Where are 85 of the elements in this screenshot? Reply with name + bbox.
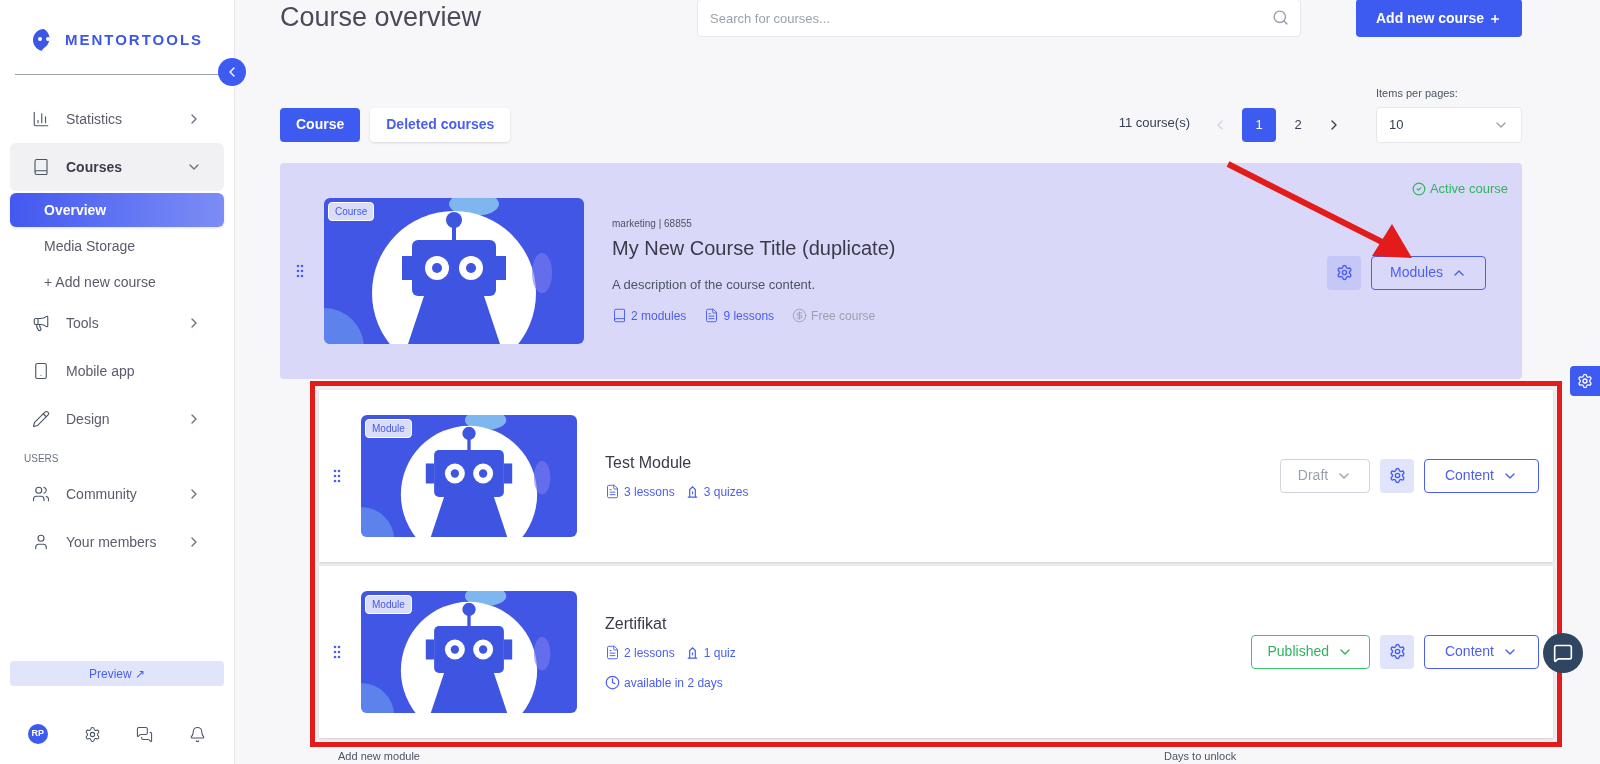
section-heading: USERS (23, 452, 60, 466)
document-icon (605, 484, 620, 499)
people-icon (32, 485, 50, 503)
settings-icon (1388, 643, 1406, 660)
sidebar-item-label: Mobile app (66, 361, 136, 381)
phone-icon (32, 362, 50, 380)
content-button[interactable]: Content (1424, 634, 1539, 669)
thumbnail-badge: Module (365, 418, 412, 438)
search-field[interactable]: Search for courses... (697, 0, 1301, 37)
column-heading: Add new module (338, 748, 421, 764)
document-icon (704, 308, 720, 324)
chat-icon (1553, 643, 1573, 663)
drag-handle-icon[interactable] (333, 644, 341, 659)
thumbnail-badge: Course (328, 201, 375, 221)
clock-icon (605, 675, 620, 690)
settings-tab-button[interactable] (1570, 366, 1600, 396)
course-title: My New Course Title (duplicate) (612, 236, 896, 262)
search-icon (1272, 9, 1289, 26)
settings-icon (1388, 467, 1406, 484)
page-button[interactable]: 2 (1281, 107, 1315, 142)
course-stat: 2 modules (631, 307, 687, 325)
sidebar-item[interactable]: Community (10, 470, 224, 518)
sidebar-subitem[interactable]: Overview (10, 193, 224, 227)
course-settings-button[interactable] (1327, 255, 1361, 290)
course-status: Active course (1429, 179, 1508, 198)
drag-handle-icon[interactable] (333, 468, 341, 483)
settings-icon[interactable] (83, 725, 101, 743)
page-title: Course overview (280, 1, 483, 34)
course-count: 11 course(s) (1118, 114, 1190, 133)
module-stat: 3 quizes (703, 483, 749, 501)
sidebar-item-label: Courses (66, 157, 124, 177)
course-stat: 9 lessons (723, 307, 775, 325)
course-meta: marketing | 68855 (612, 217, 693, 232)
sidebar-item-label: Statistics (66, 109, 123, 129)
sidebar-subitem[interactable]: Media Storage (10, 229, 224, 263)
pencil-icon (32, 410, 50, 428)
bar-chart-icon (32, 110, 50, 128)
availability-text: available in 2 days (624, 674, 723, 692)
add-course-button[interactable]: Add new course ＋ (1355, 0, 1522, 37)
chat-bubble-button[interactable] (1543, 633, 1583, 673)
settings-icon (1335, 264, 1353, 282)
module-stat: 2 lessons (624, 644, 675, 662)
module-stat: 1 quiz (703, 644, 736, 662)
user-avatar[interactable]: RP (27, 724, 48, 744)
module-stat: 3 lessons (624, 483, 675, 501)
sidebar-item[interactable]: Statistics (10, 95, 224, 143)
drag-handle-icon[interactable] (296, 263, 304, 278)
chat-icon[interactable] (136, 725, 154, 743)
document-icon (605, 645, 620, 660)
sidebar-item-label: Design (66, 409, 111, 429)
sidebar-item[interactable]: Tools (10, 299, 224, 347)
user-icon (32, 533, 50, 551)
settings-icon (1577, 373, 1593, 389)
items-per-page-label: Items per pages: (1376, 86, 1459, 102)
module-settings-button[interactable] (1380, 634, 1414, 669)
sidebar-item[interactable]: Design (10, 395, 224, 443)
tab[interactable]: Deleted courses (370, 107, 511, 142)
brand-name: MENTORTOOLS (64, 29, 204, 50)
book-icon (612, 308, 627, 324)
sidebar-item-label: Your members (66, 532, 158, 552)
course-stat: Free course (811, 307, 876, 325)
module-title: Zertifikat (605, 613, 668, 634)
thumbnail-badge: Module (365, 594, 412, 614)
notification-icon[interactable] (189, 725, 207, 743)
collapse-sidebar-button[interactable] (218, 58, 246, 86)
sidebar-item-label: Community (66, 484, 138, 504)
module-settings-button[interactable] (1380, 458, 1414, 493)
items-per-page-select[interactable]: 10 (1376, 106, 1522, 143)
preview-button[interactable]: Preview ↗ (10, 661, 224, 686)
sidebar-item[interactable]: Your members (10, 518, 224, 566)
check-circle-icon (1411, 181, 1426, 196)
sidebar-item[interactable]: Courses (10, 143, 224, 191)
course-description: A description of the course content. (612, 276, 817, 295)
dollar-icon (792, 308, 808, 324)
page-button[interactable]: 1 (1242, 107, 1276, 142)
module-title: Test Module (605, 452, 693, 473)
tab[interactable]: Course (280, 107, 361, 142)
sidebar-item[interactable]: Mobile app (10, 347, 224, 395)
column-heading: Days to unlock (1164, 748, 1237, 764)
sidebar-subitem[interactable]: + Add new course (10, 265, 224, 299)
book-icon (32, 158, 50, 176)
megaphone-icon (32, 314, 50, 332)
content-button[interactable]: Content (1424, 458, 1539, 493)
status-dropdown[interactable]: Published (1250, 634, 1370, 669)
sidebar-item-label: Tools (66, 313, 100, 333)
